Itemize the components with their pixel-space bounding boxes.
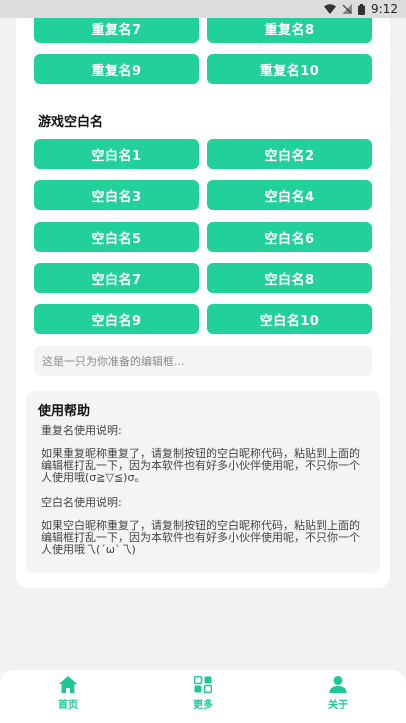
blank-name-button-7[interactable]: 空白名7 [34, 263, 199, 293]
blank-name-button-2[interactable]: 空白名2 [207, 139, 372, 169]
nav-item-about[interactable]: 关于 [298, 676, 378, 720]
blank-help-heading: 空白名使用说明: [41, 496, 122, 509]
repeat-name-button-10[interactable]: 重复名10 [207, 54, 372, 84]
repeat-help-heading: 重复名使用说明: [41, 424, 122, 437]
nav-label-about: 关于 [328, 700, 348, 711]
nav-item-more[interactable]: 更多 [163, 676, 243, 720]
blank-name-button-10[interactable]: 空白名10 [207, 304, 372, 334]
repeat-help-body: 如果重复昵称重复了，请复制按钮的空白昵称代码，粘贴到上面的编辑框打乱一下，因为本… [41, 447, 360, 484]
status-time: 9:12 [371, 2, 398, 16]
nav-label-more: 更多 [193, 700, 213, 711]
help-panel: 使用帮助 重复名使用说明: 如果重复昵称重复了，请复制按钮的空白昵称代码，粘贴到… [26, 391, 380, 573]
blank-name-button-4[interactable]: 空白名4 [207, 180, 372, 210]
nav-item-home[interactable]: 首页 [28, 676, 108, 720]
more-icon [194, 676, 212, 693]
repeat-name-button-9[interactable]: 重复名9 [34, 54, 199, 84]
bottom-navigation: 首页 更多 关于 [0, 670, 406, 723]
home-icon [59, 676, 77, 693]
no-signal-icon [342, 4, 353, 14]
blank-name-button-6[interactable]: 空白名6 [207, 222, 372, 252]
status-bar: 9:12 [0, 0, 406, 18]
blank-name-section-title: 游戏空白名 [38, 115, 104, 130]
blank-name-button-8[interactable]: 空白名8 [207, 263, 372, 293]
wifi-icon [324, 4, 337, 14]
blank-name-button-5[interactable]: 空白名5 [34, 222, 199, 252]
blank-name-button-1[interactable]: 空白名1 [34, 139, 199, 169]
nav-label-home: 首页 [58, 700, 78, 711]
blank-name-button-9[interactable]: 空白名9 [34, 304, 199, 334]
blank-name-button-3[interactable]: 空白名3 [34, 180, 199, 210]
battery-icon [358, 3, 366, 15]
blank-help-body: 如果空白昵称重复了，请复制按钮的空白昵称代码，粘贴到上面的编辑框打乱一下，因为本… [41, 519, 360, 556]
person-icon [329, 676, 347, 693]
nickname-edit-input[interactable] [34, 346, 372, 376]
help-title: 使用帮助 [38, 404, 91, 419]
